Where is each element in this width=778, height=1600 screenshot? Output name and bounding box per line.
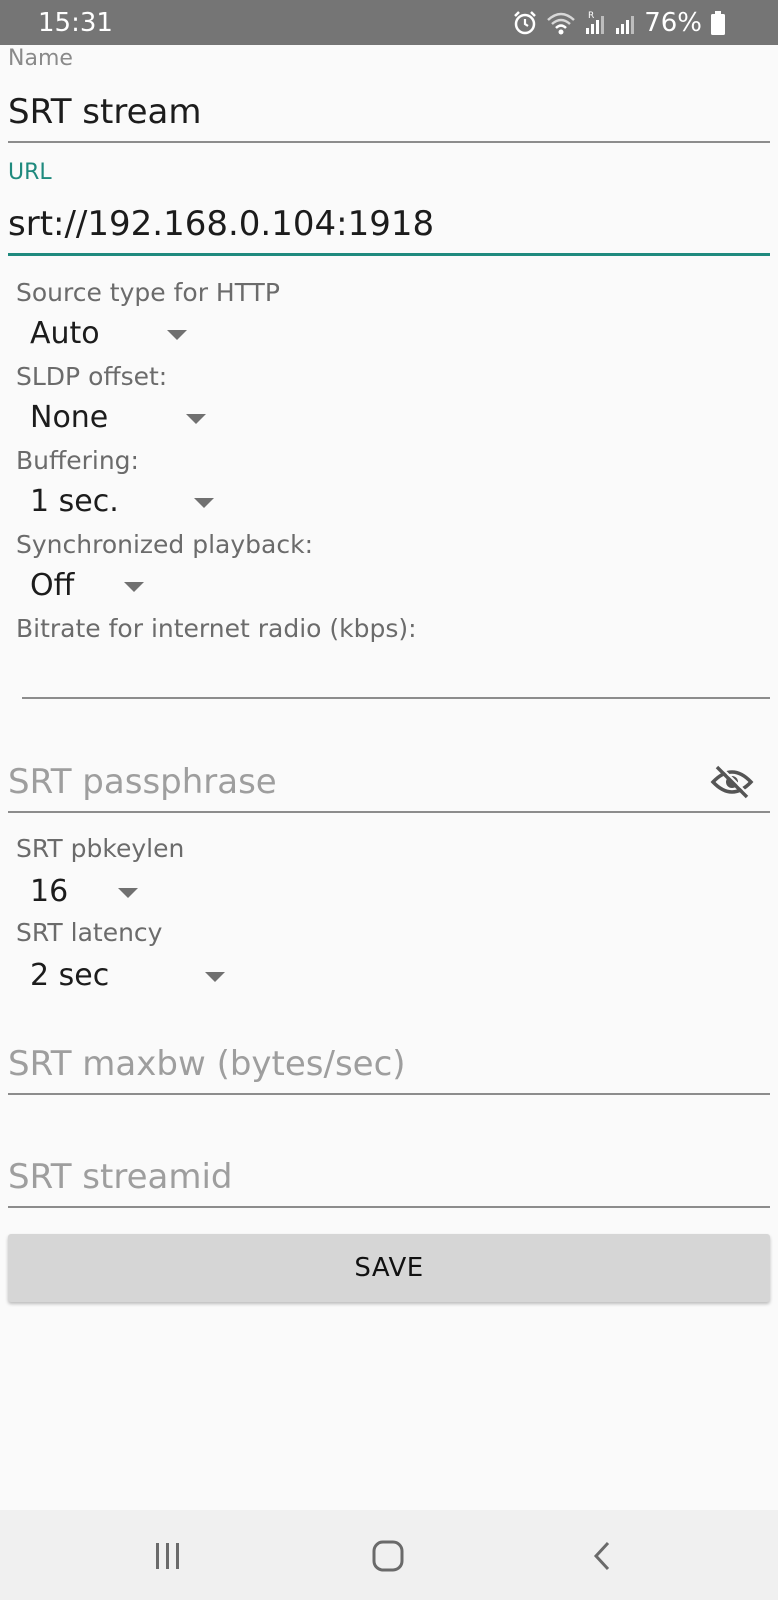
chevron-down-icon	[186, 414, 206, 424]
signal-icon	[614, 10, 636, 36]
sldp-offset-label: SLDP offset:	[16, 362, 168, 391]
streamid-field[interactable]: SRT streamid	[8, 1155, 233, 1199]
visibility-off-icon[interactable]	[710, 764, 754, 800]
pbkeylen-spinner[interactable]: 16	[30, 870, 150, 914]
pbkeylen-label: SRT pbkeylen	[16, 834, 185, 863]
bitrate-underline	[22, 697, 770, 699]
url-field[interactable]: srt://192.168.0.104:1918	[8, 202, 434, 246]
name-label: Name	[8, 46, 73, 71]
latency-spinner[interactable]: 2 sec	[30, 954, 240, 998]
source-type-spinner[interactable]: Auto	[30, 312, 200, 356]
maxbw-field[interactable]: SRT maxbw (bytes/sec)	[8, 1042, 406, 1086]
passphrase-field[interactable]: SRT passphrase	[8, 760, 277, 804]
status-icons: R 76%	[512, 8, 726, 38]
maxbw-underline	[8, 1093, 770, 1095]
url-label: URL	[8, 160, 52, 185]
status-time: 15:31	[38, 8, 113, 38]
source-type-value: Auto	[30, 316, 100, 351]
buffering-value: 1 sec.	[30, 484, 119, 519]
buffering-spinner[interactable]: 1 sec.	[30, 480, 230, 524]
battery-icon	[710, 10, 726, 36]
chevron-down-icon	[194, 498, 214, 508]
pbkeylen-value: 16	[30, 874, 69, 909]
chevron-down-icon	[205, 972, 225, 982]
bitrate-field[interactable]	[22, 642, 770, 686]
chevron-down-icon	[124, 582, 144, 592]
sldp-offset-value: None	[30, 400, 109, 435]
battery-percent: 76%	[644, 8, 702, 38]
chevron-down-icon	[118, 888, 138, 898]
url-underline	[8, 253, 770, 256]
signal-icon: R	[584, 10, 606, 36]
latency-label: SRT latency	[16, 918, 163, 947]
latency-value: 2 sec	[30, 958, 110, 993]
bitrate-label: Bitrate for internet radio (kbps):	[16, 614, 417, 643]
sync-playback-value: Off	[30, 568, 75, 603]
status-bar: 15:31 R 76%	[0, 0, 778, 45]
recent-apps-icon[interactable]	[152, 1540, 184, 1576]
sync-playback-spinner[interactable]: Off	[30, 564, 160, 608]
save-button[interactable]: SAVE	[8, 1234, 770, 1302]
wifi-icon	[546, 10, 576, 36]
sldp-offset-spinner[interactable]: None	[30, 396, 220, 440]
source-type-label: Source type for HTTP	[16, 278, 280, 307]
name-field[interactable]: SRT stream	[8, 90, 201, 134]
name-underline	[8, 141, 770, 143]
streamid-underline	[8, 1206, 770, 1208]
passphrase-underline	[8, 811, 770, 813]
nav-bar	[0, 1510, 778, 1600]
svg-text:R: R	[588, 11, 594, 21]
sync-playback-label: Synchronized playback:	[16, 530, 313, 559]
back-icon[interactable]	[590, 1540, 614, 1576]
chevron-down-icon	[167, 330, 187, 340]
alarm-icon	[512, 10, 538, 36]
buffering-label: Buffering:	[16, 446, 139, 475]
home-icon[interactable]	[370, 1538, 406, 1578]
